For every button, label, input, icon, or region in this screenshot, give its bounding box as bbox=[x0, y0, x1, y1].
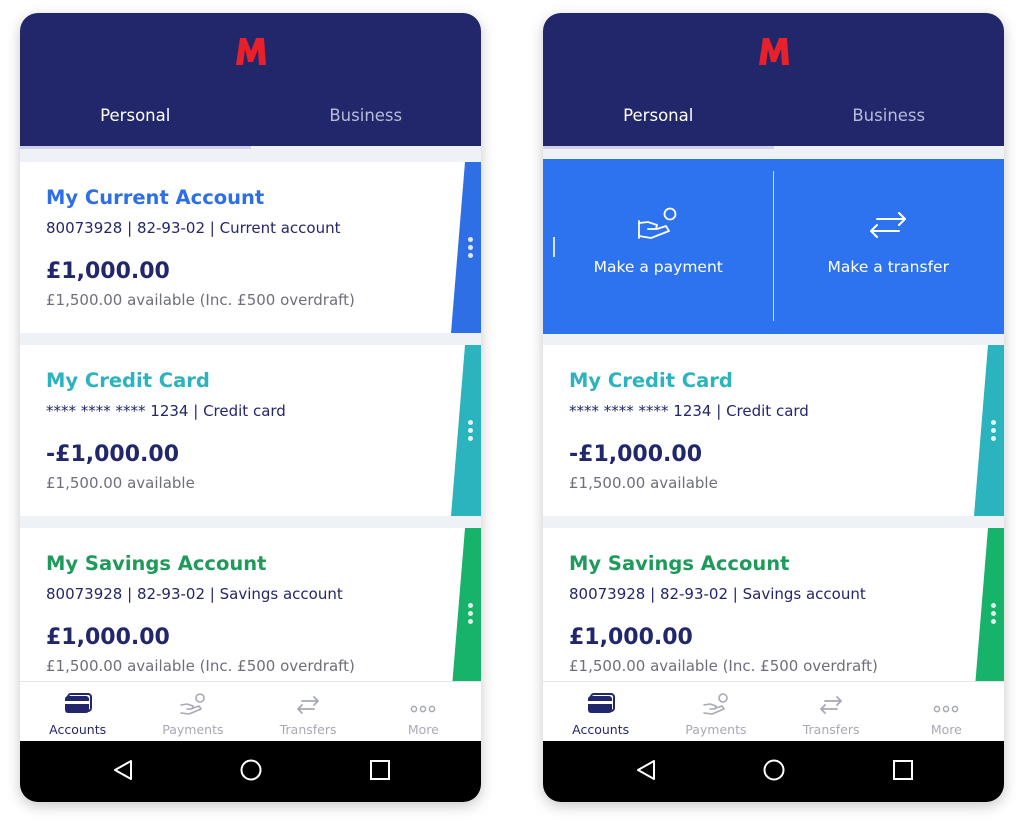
nav-label: More bbox=[930, 722, 962, 737]
nav-transfers[interactable]: Transfers bbox=[774, 682, 889, 741]
nav-more[interactable]: More bbox=[366, 682, 481, 741]
tab-personal[interactable]: Personal bbox=[543, 101, 774, 149]
account-color-stripe bbox=[975, 528, 1004, 681]
back-triangle-icon[interactable] bbox=[112, 758, 134, 782]
arrows-transfer-icon bbox=[820, 696, 843, 714]
tab-business[interactable]: Business bbox=[251, 101, 482, 146]
account-details: **** **** **** 1234 | Credit card bbox=[46, 402, 286, 420]
account-details: 80073928 | 82-93-02 | Current account bbox=[46, 219, 341, 237]
recents-square-icon[interactable] bbox=[892, 758, 914, 782]
account-menu-icon[interactable] bbox=[991, 603, 996, 624]
nav-label: Payments bbox=[162, 722, 224, 737]
ellipsis-icon bbox=[411, 705, 436, 713]
account-color-stripe bbox=[974, 345, 1004, 516]
nav-payments[interactable]: Payments bbox=[135, 682, 250, 741]
cards-icon bbox=[64, 693, 92, 713]
account-name: My Current Account bbox=[46, 186, 265, 209]
account-color-stripe bbox=[452, 528, 481, 681]
account-details: **** **** **** 1234 | Credit card bbox=[569, 402, 809, 420]
recents-square-icon[interactable] bbox=[369, 758, 391, 782]
tab-personal[interactable]: Personal bbox=[20, 101, 251, 149]
android-system-bar bbox=[543, 741, 1004, 802]
home-circle-icon[interactable] bbox=[762, 758, 786, 782]
account-balance: -£1,000.00 bbox=[46, 442, 179, 467]
account-balance: £1,000.00 bbox=[46, 625, 170, 650]
hand-coin-icon bbox=[180, 693, 205, 715]
account-balance: -£1,000.00 bbox=[569, 442, 702, 467]
cards-icon bbox=[587, 693, 615, 713]
phone-screen-quick-actions: Personal Business Make a payment Make a … bbox=[543, 13, 1004, 802]
account-name: My Savings Account bbox=[569, 552, 790, 575]
android-system-bar bbox=[20, 741, 481, 802]
account-available: £1,500.00 available (Inc. £500 overdraft… bbox=[46, 657, 355, 675]
phone-screen-accounts: Personal Business My Current Account 800… bbox=[20, 13, 481, 802]
account-card-savings[interactable]: My Savings Account 80073928 | 82-93-02 |… bbox=[543, 528, 1004, 681]
tab-business[interactable]: Business bbox=[774, 101, 1005, 146]
account-menu-icon[interactable] bbox=[468, 420, 473, 441]
nav-label: Transfers bbox=[802, 722, 860, 737]
home-circle-icon[interactable] bbox=[239, 758, 263, 782]
ellipsis-icon bbox=[934, 705, 959, 713]
account-balance: £1,000.00 bbox=[46, 259, 170, 284]
hand-coin-icon bbox=[638, 207, 677, 239]
m-logo bbox=[758, 38, 789, 65]
account-type-tabs: Personal Business bbox=[543, 101, 1005, 149]
account-name: My Credit Card bbox=[569, 369, 733, 392]
account-card-credit[interactable]: My Credit Card **** **** **** 1234 | Cre… bbox=[20, 345, 481, 516]
nav-label: Accounts bbox=[49, 722, 107, 737]
account-available: £1,500.00 available bbox=[46, 474, 195, 492]
account-color-stripe bbox=[451, 162, 481, 333]
nav-accounts[interactable]: Accounts bbox=[20, 682, 135, 741]
app-header: Personal Business bbox=[543, 13, 1005, 149]
app-header: Personal Business bbox=[20, 13, 482, 149]
make-payment-button[interactable]: Make a payment bbox=[543, 159, 774, 334]
account-details: 80073928 | 82-93-02 | Savings account bbox=[569, 585, 866, 603]
action-label: Make a payment bbox=[593, 258, 723, 276]
nav-label: Transfers bbox=[279, 722, 337, 737]
nav-label: More bbox=[407, 722, 439, 737]
account-name: My Credit Card bbox=[46, 369, 210, 392]
hand-coin-icon bbox=[703, 693, 728, 715]
nav-label: Payments bbox=[685, 722, 747, 737]
action-label: Make a transfer bbox=[827, 258, 949, 276]
account-available: £1,500.00 available (Inc. £500 overdraft… bbox=[46, 291, 355, 309]
nav-transfers[interactable]: Transfers bbox=[251, 682, 366, 741]
make-transfer-button[interactable]: Make a transfer bbox=[773, 159, 1004, 334]
bottom-navigation: Accounts Payments Transfers More bbox=[543, 681, 1004, 741]
arrows-transfer-icon bbox=[870, 212, 907, 238]
account-available: £1,500.00 available (Inc. £500 overdraft… bbox=[569, 657, 878, 675]
quick-actions-panel: Make a payment Make a transfer bbox=[543, 159, 1004, 334]
nav-payments[interactable]: Payments bbox=[658, 682, 773, 741]
account-details: 80073928 | 82-93-02 | Savings account bbox=[46, 585, 343, 603]
account-menu-icon[interactable] bbox=[468, 237, 473, 258]
back-triangle-icon[interactable] bbox=[635, 758, 657, 782]
account-menu-icon[interactable] bbox=[991, 420, 996, 441]
nav-accounts[interactable]: Accounts bbox=[543, 682, 658, 741]
account-name: My Savings Account bbox=[46, 552, 267, 575]
nav-more[interactable]: More bbox=[889, 682, 1004, 741]
account-available: £1,500.00 available bbox=[569, 474, 718, 492]
account-card-current[interactable]: My Current Account 80073928 | 82-93-02 |… bbox=[20, 162, 481, 333]
arrows-transfer-icon bbox=[297, 696, 320, 714]
account-balance: £1,000.00 bbox=[569, 625, 693, 650]
account-type-tabs: Personal Business bbox=[20, 101, 482, 149]
account-menu-icon[interactable] bbox=[468, 603, 473, 624]
account-card-credit[interactable]: My Credit Card **** **** **** 1234 | Cre… bbox=[543, 345, 1004, 516]
m-logo bbox=[235, 38, 266, 65]
account-card-savings[interactable]: My Savings Account 80073928 | 82-93-02 |… bbox=[20, 528, 481, 681]
bottom-navigation: Accounts Payments Transfers More bbox=[20, 681, 481, 741]
account-color-stripe bbox=[451, 345, 481, 516]
nav-label: Accounts bbox=[572, 722, 630, 737]
